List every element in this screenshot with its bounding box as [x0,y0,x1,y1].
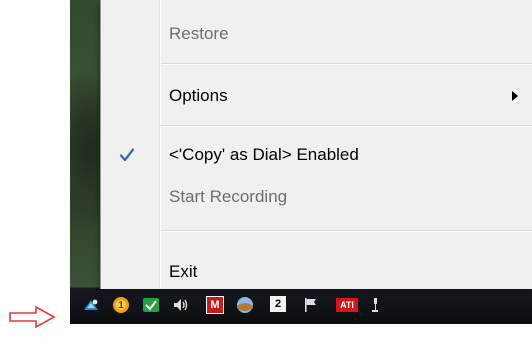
context-menu: Restore Options <'Copy' as Dial> Enabled… [100,0,532,289]
taskbar-tray: 1 M 2 ATI [70,287,532,324]
menu-item-copy-as-dial-label: <'Copy' as Dial> Enabled [169,145,359,164]
number-badge-label: 2 [274,298,282,310]
checkmark-icon [119,148,135,162]
update-badge-count: 1 [118,299,124,311]
menu-item-start-recording-label: Start Recording [169,187,288,206]
speaker-icon[interactable] [172,296,190,314]
ati-label: ATI [340,300,354,310]
menu-separator [161,63,532,65]
menu-separator [161,125,532,127]
globe-icon[interactable] [236,296,254,314]
network-icon[interactable] [370,296,388,314]
m-app-label: M [210,299,220,311]
number-badge-icon[interactable]: 2 [270,296,286,312]
menu-item-options-label: Options [169,86,228,105]
menu-item-options[interactable]: Options [101,76,532,116]
menu-item-restore-label: Restore [169,24,229,43]
menu-item-restore[interactable]: Restore [101,14,532,54]
m-app-icon[interactable]: M [206,296,224,314]
pointer-arrow-icon [9,305,56,329]
menu-item-copy-as-dial[interactable]: <'Copy' as Dial> Enabled [101,135,532,175]
flag-icon[interactable] [302,296,320,314]
app-tray-icon[interactable] [82,296,100,314]
ati-icon[interactable]: ATI [336,298,358,312]
menu-separator [161,230,532,232]
submenu-arrow-icon [512,91,518,101]
menu-item-exit-label: Exit [169,262,198,281]
update-badge-icon[interactable]: 1 [112,296,130,314]
security-check-icon[interactable] [142,296,160,314]
menu-item-exit[interactable]: Exit [101,252,532,292]
menu-item-start-recording[interactable]: Start Recording [101,177,532,217]
